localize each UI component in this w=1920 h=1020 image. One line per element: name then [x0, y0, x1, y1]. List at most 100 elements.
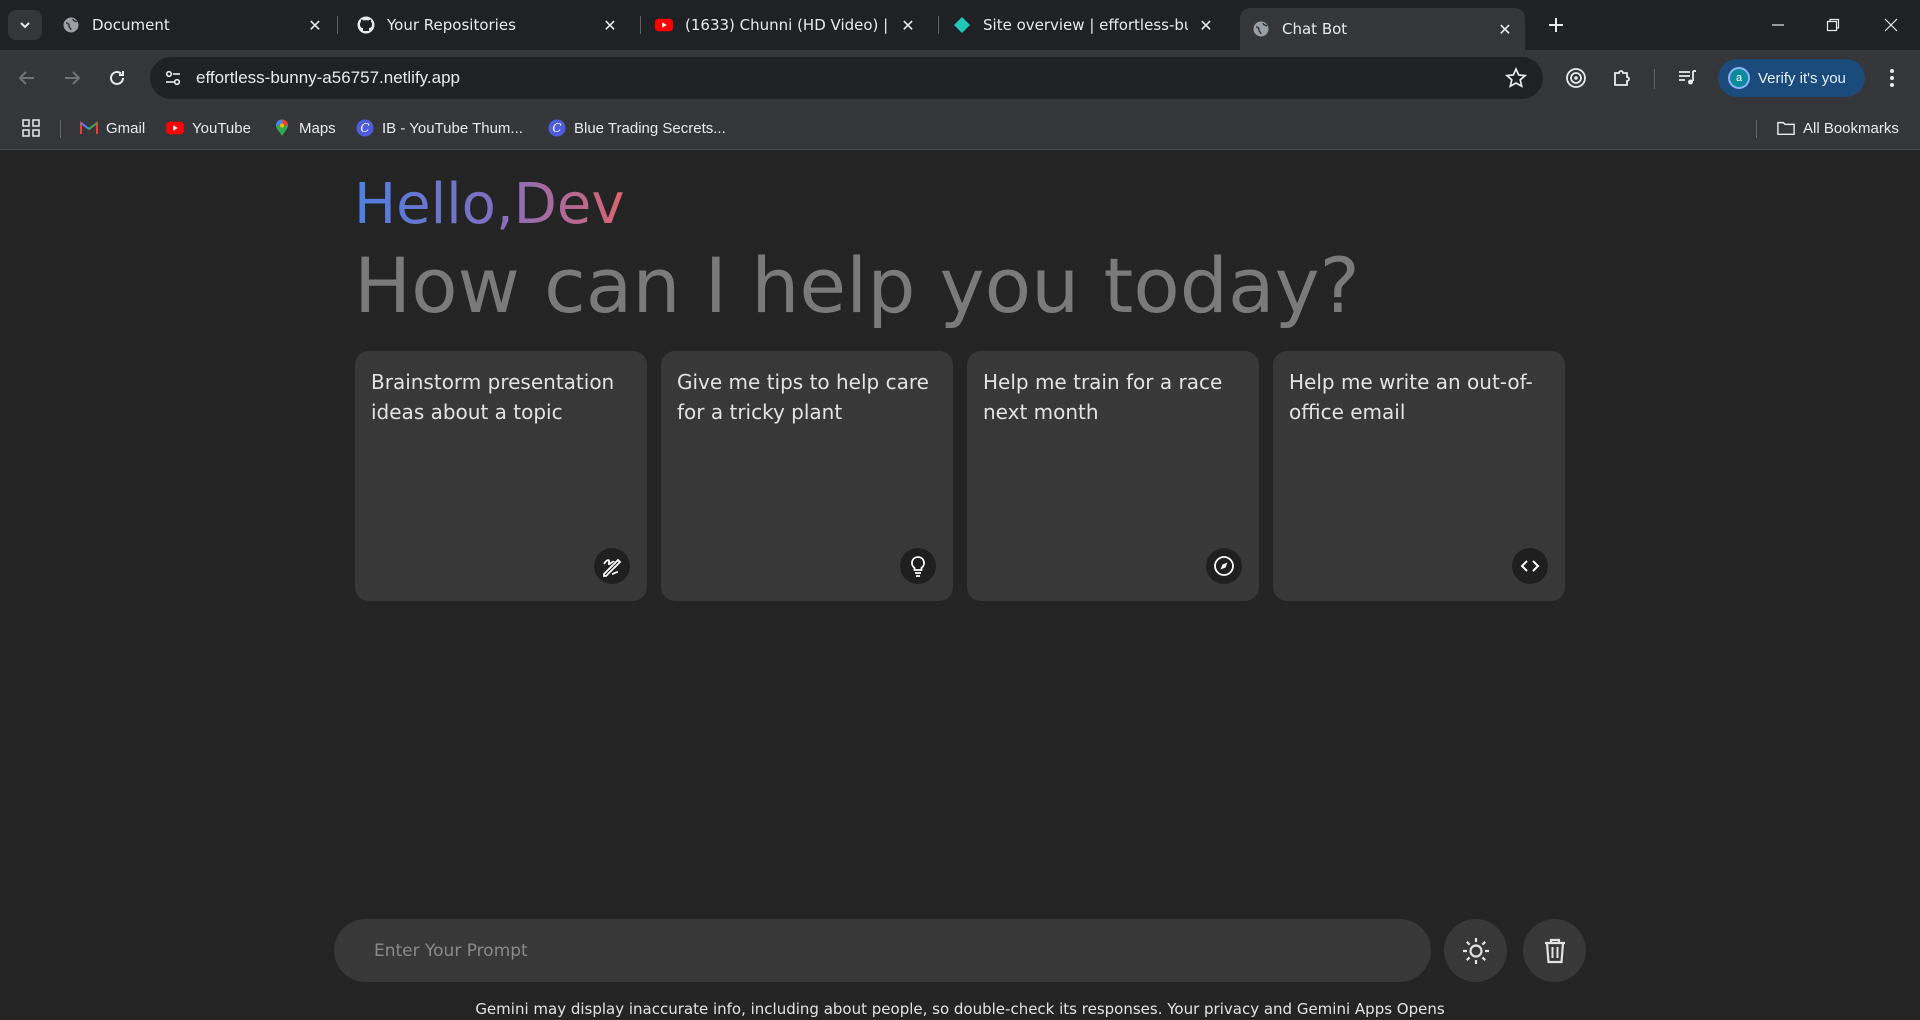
canva-icon: C [548, 119, 566, 137]
apps-button[interactable] [22, 117, 40, 139]
tab-title: Site overview | effortless-bunny [983, 16, 1188, 34]
gmail-icon [80, 119, 98, 137]
code-icon [1512, 548, 1548, 584]
arrow-right-icon [65, 71, 81, 85]
bookmark-maps[interactable]: Maps [273, 117, 336, 139]
apps-grid-icon [22, 119, 40, 137]
more-vert-icon [1890, 69, 1894, 87]
chat-bot-page: Hello,Dev How can I help you today? Brai… [0, 150, 1920, 1020]
prompt-input[interactable] [374, 919, 1414, 982]
tab-youtube-video[interactable]: (1633) Chunni (HD Video) | Kara ✕ [643, 8, 928, 42]
close-tab-icon[interactable]: ✕ [898, 15, 918, 35]
tab-title: (1633) Chunni (HD Video) | Kara [685, 16, 890, 34]
site-info-button[interactable] [158, 63, 188, 93]
greeting-text: Hello,Dev [354, 172, 625, 237]
bookmark-star-icon[interactable] [1504, 66, 1528, 89]
browser-toolbar: effortless-bunny-a56757.netlify.app a Ve… [0, 50, 1920, 107]
tab-chat-bot[interactable]: Chat Bot ✕ [1240, 8, 1525, 50]
tab-document[interactable]: Document ✕ [50, 8, 335, 42]
toolbar-divider [1654, 69, 1655, 89]
all-bookmarks-button[interactable]: All Bookmarks [1777, 117, 1899, 139]
greeting-heading: Hello,Dev [354, 170, 624, 240]
close-tab-icon[interactable]: ✕ [600, 15, 620, 35]
suggestion-card[interactable]: Brainstorm presentation ideas about a to… [355, 351, 647, 601]
disclaimer-text: Gemini may display inaccurate info, incl… [475, 1000, 1445, 1018]
tab-title: Document [92, 16, 170, 34]
reload-button[interactable] [103, 64, 131, 92]
bookmark-label: IB - YouTube Thum... [382, 119, 523, 137]
prompt-bar [334, 919, 1431, 982]
forward-button[interactable] [58, 64, 86, 92]
sun-icon [1462, 937, 1489, 964]
bookmark-blue-trading-secrets[interactable]: C Blue Trading Secrets... [548, 117, 726, 139]
netlify-icon [953, 16, 971, 34]
suggestion-card[interactable]: Help me train for a race next month [967, 351, 1259, 601]
github-icon [357, 16, 375, 34]
tab-title: Your Repositories [387, 16, 516, 34]
plus-icon [1549, 18, 1563, 32]
back-button[interactable] [13, 64, 41, 92]
bookmark-label: Blue Trading Secrets... [574, 119, 726, 137]
all-bookmarks-label: All Bookmarks [1803, 119, 1899, 137]
theme-toggle-button[interactable] [1444, 919, 1507, 982]
globe-icon [1252, 20, 1270, 38]
restore-icon [1826, 18, 1840, 32]
bookmarks-divider [1756, 120, 1757, 138]
close-tab-icon[interactable]: ✕ [1196, 15, 1216, 35]
suggestion-text: Brainstorm presentation ideas about a to… [371, 370, 615, 424]
suggestion-text: Help me write an out-of-office email [1289, 370, 1533, 424]
verify-identity-button[interactable]: a Verify it's you [1718, 59, 1865, 97]
folder-icon [1777, 119, 1795, 137]
google-lens-button[interactable] [1562, 64, 1590, 92]
suggestion-text: Give me tips to help care for a tricky p… [677, 370, 929, 424]
close-tab-icon[interactable]: ✕ [1495, 19, 1515, 39]
chevron-down-icon [20, 22, 30, 29]
youtube-icon [655, 16, 673, 34]
compass-icon [1206, 548, 1242, 584]
help-subtitle: How can I help you today? [354, 241, 1360, 330]
minimize-icon [1772, 24, 1784, 26]
tab-divider [337, 16, 338, 34]
close-tab-icon[interactable]: ✕ [305, 15, 325, 35]
close-window-button[interactable] [1876, 10, 1906, 40]
address-bar[interactable]: effortless-bunny-a56757.netlify.app [150, 57, 1543, 99]
suggestion-card[interactable]: Help me write an out-of-office email [1273, 351, 1565, 601]
reload-icon [110, 70, 124, 85]
tune-icon [165, 70, 181, 86]
media-controls-button[interactable] [1673, 64, 1701, 92]
draw-icon [594, 548, 630, 584]
svg-text:C: C [360, 121, 369, 135]
bookmark-ib-youtube-thumbnails[interactable]: C IB - YouTube Thum... [356, 117, 523, 139]
avatar: a [1728, 67, 1750, 89]
globe-icon [62, 16, 80, 34]
delete-chat-button[interactable] [1523, 919, 1586, 982]
puzzle-icon [1614, 70, 1630, 86]
bookmarks-bar: Gmail YouTube Maps C IB - YouTube Thum..… [0, 107, 1920, 150]
trash-icon [1544, 938, 1565, 963]
arrow-left-icon [18, 71, 34, 85]
extensions-button[interactable] [1608, 64, 1636, 92]
tab-strip: Document ✕ Your Repositories ✕ (1633) Ch… [0, 0, 1920, 50]
tab-divider [938, 16, 939, 34]
bookmark-youtube[interactable]: YouTube [166, 117, 251, 139]
lightbulb-icon [900, 548, 936, 584]
browser-menu-button[interactable] [1878, 64, 1906, 92]
bookmark-gmail[interactable]: Gmail [80, 117, 145, 139]
target-icon [1566, 68, 1586, 88]
suggestion-text: Help me train for a race next month [983, 370, 1223, 424]
tab-title: Chat Bot [1282, 20, 1348, 38]
tab-search-button[interactable] [8, 10, 42, 40]
svg-text:C: C [552, 121, 561, 135]
minimize-button[interactable] [1763, 10, 1793, 40]
bookmarks-divider [60, 120, 61, 138]
tab-site-overview[interactable]: Site overview | effortless-bunny ✕ [941, 8, 1226, 42]
url-text: effortless-bunny-a56757.netlify.app [196, 68, 460, 87]
restore-button[interactable] [1818, 10, 1848, 40]
bookmark-label: Maps [299, 119, 336, 137]
suggestion-cards: Brainstorm presentation ideas about a to… [355, 351, 1565, 601]
suggestion-card[interactable]: Give me tips to help care for a tricky p… [661, 351, 953, 601]
tab-your-repositories[interactable]: Your Repositories ✕ [345, 8, 630, 42]
tab-divider [640, 16, 641, 34]
new-tab-button[interactable] [1543, 12, 1569, 38]
bookmark-label: Gmail [106, 119, 146, 137]
